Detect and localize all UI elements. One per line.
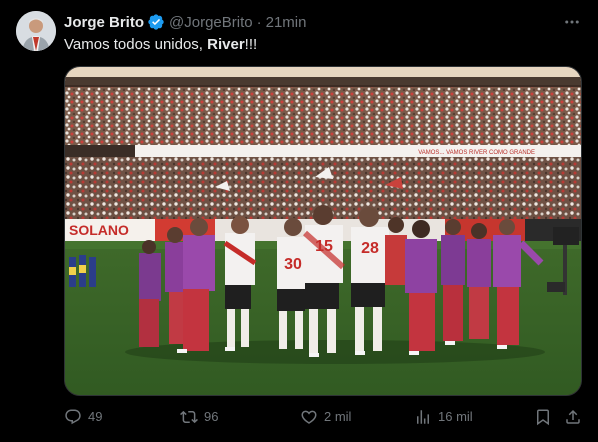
retweet-icon [180,410,198,424]
views-button[interactable]: 16 mil [414,405,473,429]
jersey-number-28: 28 [361,240,379,257]
separator-dot: · [256,13,262,31]
tweet-header: Jorge Brito @JorgeBrito · 21min [64,12,306,32]
like-count: 2 mil [324,409,352,424]
heart-icon [301,410,317,424]
bookmark-icon [537,409,549,426]
stand-banner-text: VAMOS... VAMOS RIVER COMO GRANDE [418,150,535,156]
tweet[interactable]: Jorge Brito @JorgeBrito · 21min Vamos to… [0,0,598,442]
author-handle[interactable]: @JorgeBrito [169,14,253,31]
reply-icon [65,409,81,425]
tweet-actions: 49 96 2 mil 16 mil [64,405,582,429]
share-button[interactable] [564,405,588,429]
tweet-text-prefix: Vamos todos unidos, [64,36,208,53]
views-count: 16 mil [438,409,473,424]
views-chart-icon [417,410,429,424]
more-options-button[interactable] [562,12,582,32]
verified-badge-icon [147,13,165,31]
tweet-photo[interactable]: VAMOS... VAMOS RIVER COMO GRANDE SOLANO [64,66,582,396]
avatar[interactable] [16,11,56,51]
timestamp[interactable]: 21min [266,14,307,31]
bookmark-button[interactable] [534,405,558,429]
reply-button[interactable]: 49 [64,405,102,429]
tweet-text-suffix: !!! [244,36,258,53]
tweet-text: Vamos todos unidos, River!!! [64,35,257,55]
retweet-count: 96 [204,409,219,424]
more-horizontal-icon [565,20,579,24]
tweet-text-bold: River [207,36,245,53]
ad-board-text: SOLANO [69,222,129,238]
author-name[interactable]: Jorge Brito [64,14,144,31]
retweet-button[interactable]: 96 [180,405,218,429]
jersey-number-30: 30 [284,256,302,273]
share-icon [566,409,580,424]
like-button[interactable]: 2 mil [300,405,351,429]
reply-count: 49 [88,409,103,424]
